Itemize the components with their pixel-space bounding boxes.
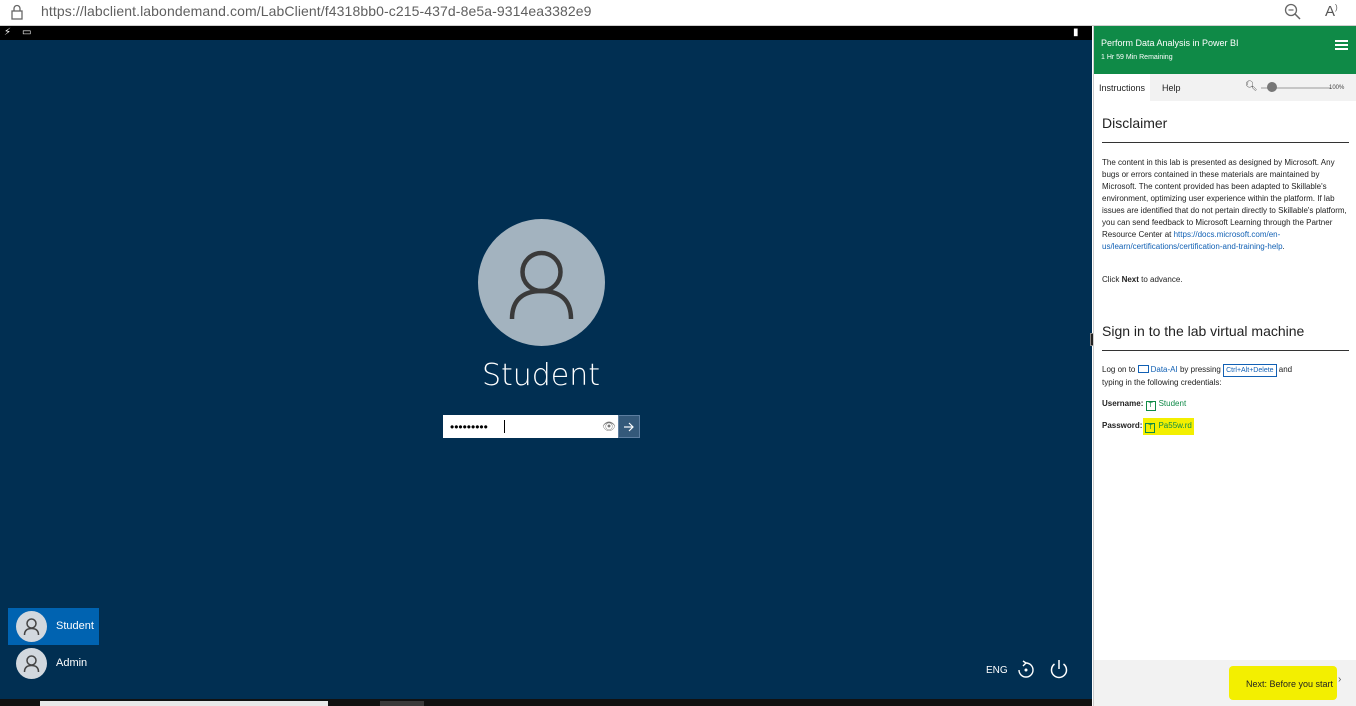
panel-header: Perform Data Analysis in Power BI 1 Hr 5…: [1094, 26, 1356, 74]
vm-toolbar: ⚡ ▭ ▮: [0, 26, 1092, 40]
reveal-password-icon[interactable]: 👁: [602, 420, 616, 433]
submit-arrow-button[interactable]: [618, 415, 640, 438]
next-button-label: Next: Before you start: [1246, 679, 1334, 689]
password-mask: •••••••••: [450, 420, 488, 434]
panel-content: Disclaimer The content in this lab is pr…: [1094, 101, 1356, 661]
logon-mid: by pressing: [1177, 365, 1224, 374]
power-icon[interactable]: [1048, 658, 1070, 680]
user-avatar-small: [16, 611, 47, 642]
type-text-icon[interactable]: T: [1145, 423, 1156, 433]
hamburger-menu-icon[interactable]: [1335, 40, 1348, 50]
search-icon: 🔍︎: [1245, 81, 1258, 92]
instructions-panel: Perform Data Analysis in Power BI 1 Hr 5…: [1093, 26, 1356, 706]
tab-help[interactable]: Help: [1162, 83, 1181, 93]
language-indicator[interactable]: ENG: [986, 665, 1008, 676]
user-avatar-large: [478, 219, 605, 346]
disclaimer-text: The content in this lab is presented as …: [1102, 158, 1347, 251]
password-label: Password:: [1102, 421, 1143, 430]
login-user-name: Student: [481, 358, 601, 393]
ease-of-access-icon[interactable]: [1015, 659, 1037, 681]
advance-pre: Click: [1102, 275, 1122, 284]
monitor-icon: [1137, 365, 1149, 373]
signin-heading: Sign in to the lab virtual machine: [1102, 323, 1305, 339]
monitor-icon[interactable]: ▭: [22, 27, 31, 39]
signal-icon: ▮: [1073, 27, 1079, 38]
type-text-icon[interactable]: T: [1145, 401, 1156, 411]
virtual-machine-screen[interactable]: ⚡ ▭ ▮ Student ••••••••• 👁 Student Admin …: [0, 26, 1092, 706]
account-student[interactable]: Student: [8, 608, 99, 645]
password-value[interactable]: Pa55w.rd: [1158, 421, 1191, 430]
username-value[interactable]: Student: [1159, 399, 1187, 408]
ctrl-alt-delete-button[interactable]: Ctrl+Alt+Delete: [1223, 364, 1277, 377]
logon-pre: Log on to: [1102, 365, 1138, 374]
advance-post: to advance.: [1138, 275, 1183, 284]
lock-icon: [11, 4, 23, 20]
text-caret: [504, 420, 505, 433]
read-aloud-icon[interactable]: A): [1325, 3, 1338, 20]
panel-footer: Next: Before you start ›: [1094, 660, 1356, 706]
chevron-right-icon[interactable]: ›: [1338, 674, 1341, 685]
username-row: Username: T Student: [1102, 398, 1349, 411]
zoom-level: 100%: [1329, 85, 1345, 91]
panel-tabs: Instructions Help 🔍︎ 100%: [1094, 74, 1356, 101]
lab-title: Perform Data Analysis in Power BI: [1101, 38, 1239, 48]
logon-post-line2: typing in the following credentials:: [1102, 378, 1222, 387]
account-admin[interactable]: Admin: [8, 645, 99, 682]
advance-bold: Next: [1121, 275, 1139, 284]
password-row: Password: T Pa55w.rd: [1102, 418, 1349, 435]
browser-address-bar: https://labclient.labondemand.com/LabCli…: [0, 0, 1356, 26]
divider: [1102, 142, 1349, 143]
user-icon: [509, 250, 574, 320]
password-highlight: T Pa55w.rd: [1143, 418, 1194, 435]
password-input[interactable]: ••••••••• 👁: [443, 415, 618, 438]
zoom-slider-handle[interactable]: [1267, 82, 1277, 92]
user-icon: [23, 618, 40, 636]
status-segment: [380, 701, 424, 706]
arrow-right-icon: [624, 422, 634, 432]
zoom-out-icon[interactable]: [1284, 3, 1302, 21]
vm-status-strip: [0, 699, 1092, 706]
disclaimer-heading: Disclaimer: [1102, 115, 1168, 131]
logon-instruction: Log on to Data-AI by pressing Ctrl+Alt+D…: [1102, 364, 1349, 389]
logon-post: and: [1276, 365, 1293, 374]
disclaimer-body: The content in this lab is presented as …: [1102, 158, 1347, 239]
divider: [1102, 350, 1349, 351]
advance-text: Click Next to advance.: [1102, 274, 1349, 286]
lightning-icon[interactable]: ⚡: [4, 27, 11, 39]
time-remaining: 1 Hr 59 Min Remaining: [1101, 54, 1173, 61]
tab-instructions[interactable]: Instructions: [1094, 74, 1151, 101]
status-segment: [40, 701, 328, 706]
vm-link[interactable]: Data-AI: [1151, 365, 1178, 374]
url-text[interactable]: https://labclient.labondemand.com/LabCli…: [41, 3, 592, 19]
account-label: Admin: [56, 657, 88, 669]
account-label: Student: [56, 620, 94, 632]
username-label: Username:: [1102, 399, 1144, 408]
user-icon: [23, 655, 40, 673]
user-avatar-small: [16, 648, 47, 679]
next-button[interactable]: Next: Before you start: [1229, 666, 1337, 700]
